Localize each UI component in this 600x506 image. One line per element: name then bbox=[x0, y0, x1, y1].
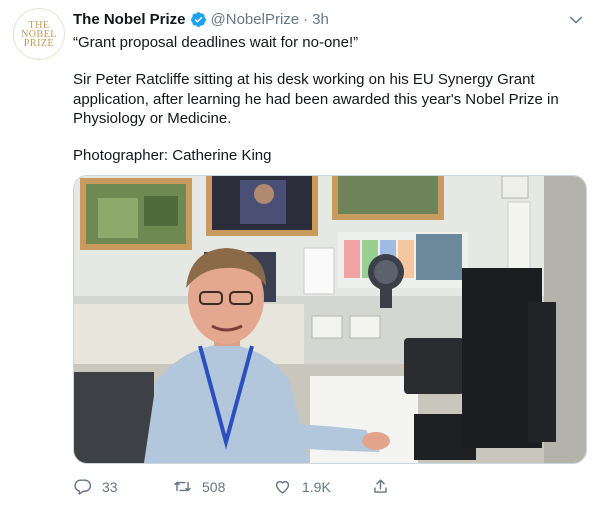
tweet-card: THE NOBEL PRIZE The Nobel Prize @NobelPr… bbox=[0, 0, 600, 506]
verified-badge-icon bbox=[190, 11, 206, 27]
like-icon bbox=[275, 480, 290, 494]
socket-1 bbox=[311, 315, 343, 339]
share-button[interactable] bbox=[371, 477, 390, 496]
desk-phone bbox=[404, 338, 464, 394]
avatar[interactable]: THE NOBEL PRIZE bbox=[13, 8, 65, 60]
tweet-actions: 33 508 1.9K bbox=[73, 477, 403, 501]
speaker bbox=[528, 302, 556, 442]
notice-sheet bbox=[303, 247, 335, 295]
like-button[interactable]: 1.9K bbox=[273, 477, 331, 496]
retweet-button[interactable]: 508 bbox=[173, 477, 225, 496]
author-handle[interactable]: @NobelPrize bbox=[211, 11, 300, 28]
retweet-count: 508 bbox=[202, 478, 226, 495]
reply-count: 33 bbox=[102, 478, 118, 495]
tweet-photo[interactable] bbox=[73, 175, 587, 464]
reply-icon bbox=[74, 479, 92, 495]
timestamp[interactable]: 3h bbox=[312, 11, 329, 28]
like-count: 1.9K bbox=[302, 478, 331, 495]
wall-switch bbox=[501, 176, 529, 199]
logo-line-prize: PRIZE bbox=[23, 37, 55, 49]
wall-frame-2 bbox=[206, 176, 318, 236]
tweet-body: Sir Peter Ratcliffe sitting at his desk … bbox=[73, 71, 559, 127]
chevron-down-icon[interactable] bbox=[567, 11, 585, 29]
share-icon bbox=[374, 479, 387, 493]
pinboard bbox=[338, 232, 468, 288]
tweet-credit: Photographer: Catherine King bbox=[73, 147, 272, 164]
retweet-icon bbox=[174, 481, 191, 492]
separator-dot: · bbox=[303, 10, 309, 28]
reply-button[interactable]: 33 bbox=[73, 477, 118, 496]
nobel-logo: THE NOBEL PRIZE bbox=[21, 20, 57, 49]
tweet-quote: “Grant proposal deadlines wait for no-on… bbox=[73, 34, 359, 51]
wall-frame-1 bbox=[80, 178, 192, 250]
socket-2 bbox=[349, 315, 381, 339]
author-name[interactable]: The Nobel Prize bbox=[73, 11, 186, 28]
wall-frame-3 bbox=[332, 176, 444, 220]
tweet-header: The Nobel Prize @NobelPrize · 3h bbox=[73, 8, 329, 30]
photo-illustration bbox=[74, 176, 586, 463]
